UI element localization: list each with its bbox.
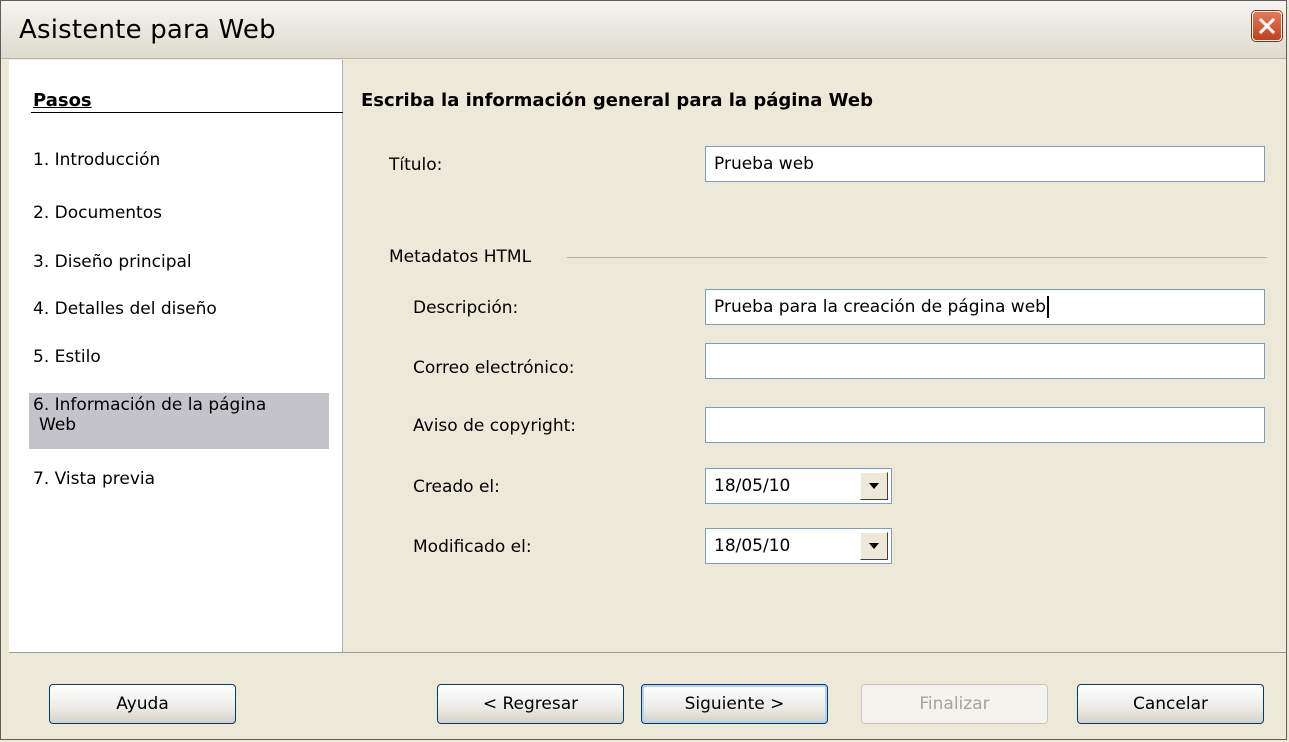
chevron-down-icon <box>869 483 879 489</box>
close-button[interactable] <box>1252 11 1282 41</box>
step-label: Información de la página <box>54 395 267 415</box>
description-label: Descripción: <box>413 298 519 318</box>
title-label: Título: <box>389 155 443 175</box>
finish-button: Finalizar <box>861 684 1048 724</box>
title-bar: Asistente para Web <box>1 1 1286 59</box>
step-diseno-principal[interactable]: 3. Diseño principal <box>29 250 329 274</box>
page-heading: Escriba la información general para la p… <box>361 90 873 111</box>
step-number: 2. <box>33 203 50 223</box>
step-vista-previa[interactable]: 7. Vista previa <box>29 467 329 491</box>
window-title: Asistente para Web <box>19 15 276 45</box>
metadata-group-line <box>567 257 1267 258</box>
modified-label: Modificado el: <box>413 537 532 557</box>
steps-divider <box>31 112 351 113</box>
copyright-field[interactable] <box>705 407 1265 443</box>
step-documentos[interactable]: 2. Documentos <box>29 201 329 225</box>
created-label: Creado el: <box>413 477 500 497</box>
title-field[interactable]: Prueba web <box>705 146 1265 182</box>
description-field[interactable]: Prueba para la creación de página web <box>705 289 1265 325</box>
step-label: Detalles del diseño <box>54 299 217 319</box>
step-number: 5. <box>33 347 50 367</box>
email-field[interactable] <box>705 343 1265 379</box>
steps-title: Pasos <box>33 90 92 111</box>
step-label: Diseño principal <box>54 252 192 272</box>
step-number: 3. <box>33 252 50 272</box>
steps-panel: Pasos 1. Introducción 2. Documentos 3. D… <box>9 60 351 652</box>
cancel-button[interactable]: Cancelar <box>1077 684 1264 724</box>
metadata-group-label: Metadatos HTML <box>389 247 540 267</box>
step-number: 1. <box>33 150 50 170</box>
text-caret <box>1046 296 1049 318</box>
step-label: Estilo <box>54 347 101 367</box>
wizard-window: Asistente para Web Pasos 1. Introducción… <box>0 0 1287 740</box>
modified-date-value: 18/05/10 <box>714 536 791 556</box>
step-detalles-diseno[interactable]: 4. Detalles del diseño <box>29 297 329 321</box>
created-date-value: 18/05/10 <box>714 476 791 496</box>
modified-dropdown-button[interactable] <box>860 532 888 560</box>
step-number: 4. <box>33 299 50 319</box>
step-introduccion[interactable]: 1. Introducción <box>29 148 329 172</box>
description-value: Prueba para la creación de página web <box>714 297 1046 317</box>
content-panel: Escriba la información general para la p… <box>343 60 1286 652</box>
step-label-line2: Web <box>39 415 77 435</box>
close-icon <box>1258 17 1276 35</box>
back-button[interactable]: < Regresar <box>437 684 624 724</box>
step-estilo[interactable]: 5. Estilo <box>29 345 329 369</box>
step-label: Documentos <box>54 203 162 223</box>
modified-date-combo[interactable]: 18/05/10 <box>705 528 892 564</box>
step-number: 7. <box>33 469 50 489</box>
next-button[interactable]: Siguiente > <box>641 684 828 724</box>
step-number: 6. <box>33 395 50 415</box>
copyright-label: Aviso de copyright: <box>413 416 577 436</box>
email-label: Correo electrónico: <box>413 358 575 378</box>
step-informacion-pagina[interactable]: 6. Información de la página Web <box>29 393 329 449</box>
footer-separator <box>9 652 1286 653</box>
step-label: Introducción <box>54 150 161 170</box>
help-button[interactable]: Ayuda <box>49 684 236 724</box>
created-date-combo[interactable]: 18/05/10 <box>705 468 892 504</box>
created-dropdown-button[interactable] <box>860 472 888 500</box>
step-label: Vista previa <box>54 469 156 489</box>
chevron-down-icon <box>869 543 879 549</box>
